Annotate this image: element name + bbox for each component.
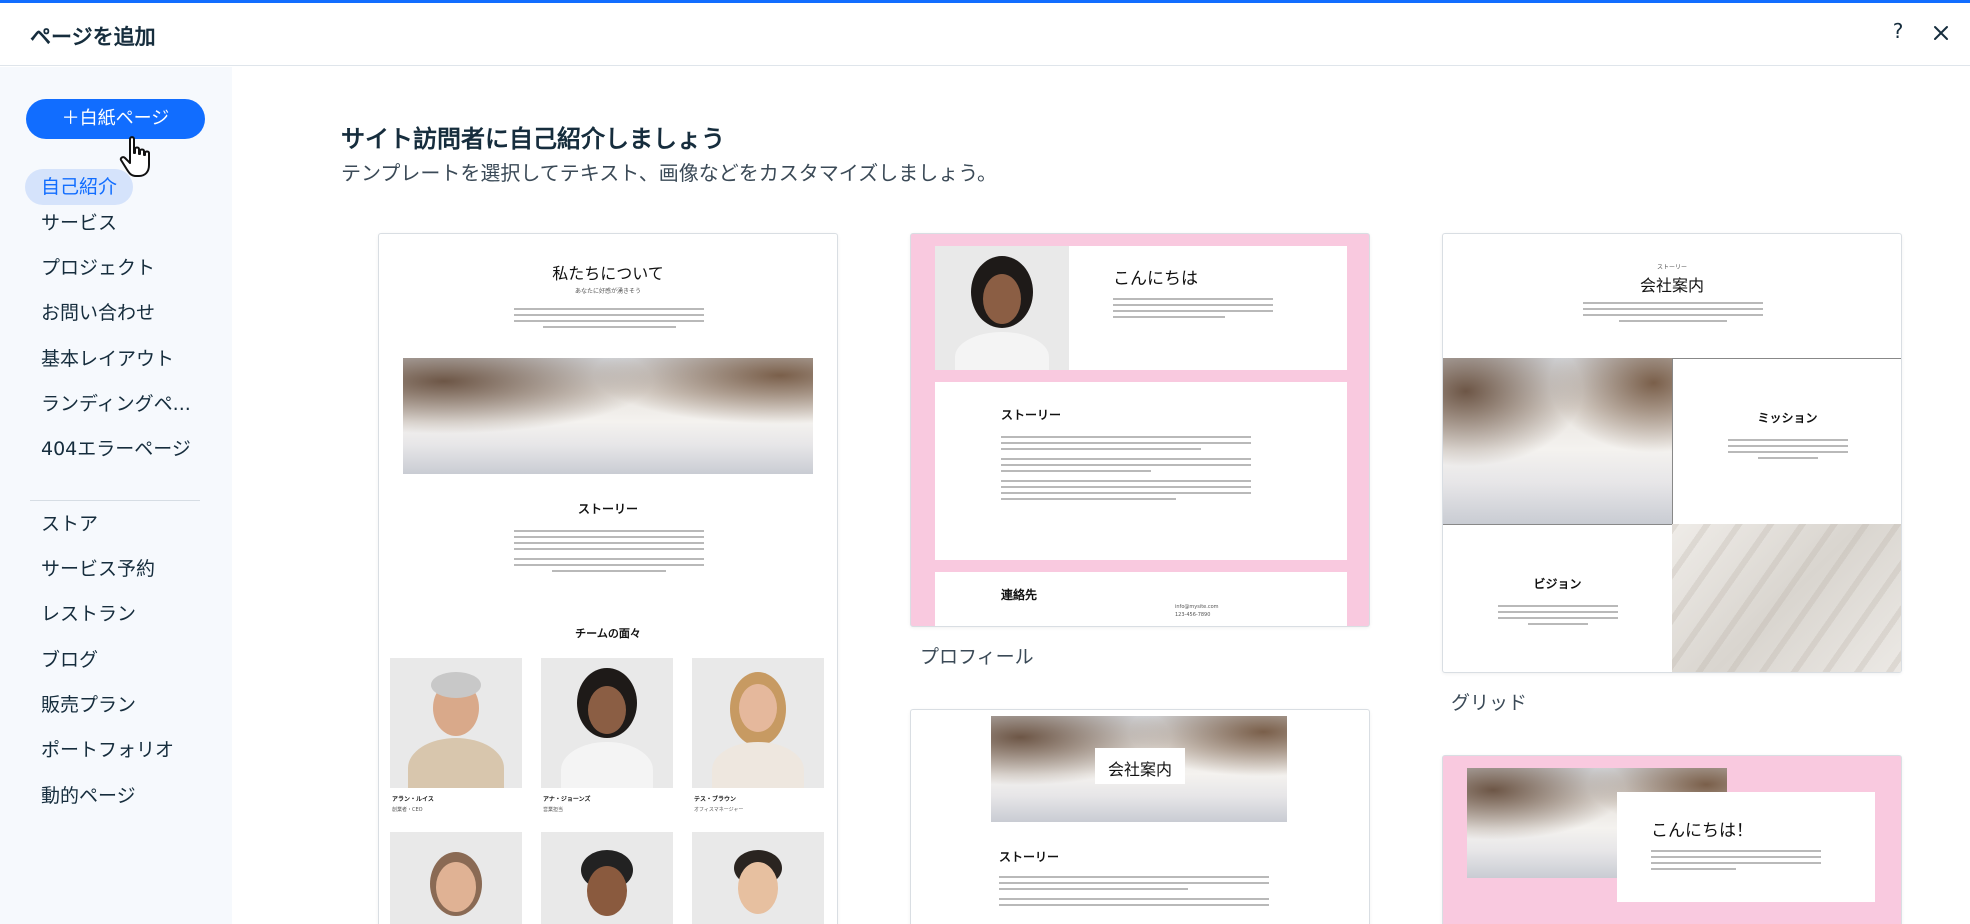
template-about-story: ストーリー bbox=[577, 502, 638, 516]
sidebar-item-about[interactable]: 自己紹介 bbox=[25, 169, 134, 205]
dialog-header: ページを追加 ? bbox=[0, 3, 1970, 66]
grid-small-heading: ストーリー bbox=[1656, 264, 1687, 271]
sidebar-item-pricing-plans[interactable]: 販売プラン bbox=[41, 687, 136, 723]
beach-photo bbox=[403, 358, 813, 474]
profile-phone: 123-456-7890 bbox=[1175, 612, 1211, 618]
grid-mission: ミッション bbox=[1757, 411, 1818, 425]
story-panel: ストーリー bbox=[935, 382, 1347, 560]
template-card-about[interactable]: 私たちについて あなたに好感が湧きそう ストーリー チームの面々 アラン・ルイス… bbox=[378, 233, 838, 924]
page-subtitle: テンプレートを選択してテキスト、画像などをカスタマイズしましょう。 bbox=[341, 161, 997, 185]
template-label-profile: プロフィール bbox=[920, 646, 1034, 668]
greeting-panel: こんにちは bbox=[1069, 246, 1347, 370]
placeholder-text bbox=[1728, 439, 1848, 463]
member-name: アラン・ルイス bbox=[392, 796, 434, 803]
dialog-title: ページを追加 bbox=[30, 25, 156, 49]
template-card-company[interactable]: 会社案内 ストーリー bbox=[910, 709, 1370, 924]
placeholder-text bbox=[1001, 436, 1251, 504]
add-blank-page-button[interactable]: ＋白紙ページ bbox=[26, 99, 205, 139]
template-about-tagline: あなたに好感が湧きそう bbox=[574, 288, 641, 295]
sidebar-item-404-page[interactable]: 404エラーページ bbox=[41, 431, 191, 467]
company-banner-box: 会社案内 bbox=[1095, 748, 1185, 784]
member-role: 営業担当 bbox=[543, 807, 564, 813]
sidebar-item-landing-page[interactable]: ランディングペ... bbox=[41, 386, 191, 422]
team-photo-woman-1 bbox=[541, 658, 673, 788]
category-sidebar: ＋白紙ページ 自己紹介 サービス プロジェクト お問い合わせ 基本レイアウト ラ… bbox=[0, 67, 232, 924]
company-banner-text: 会社案内 bbox=[1107, 760, 1172, 779]
member-name: アナ・ジョーンズ bbox=[543, 796, 591, 803]
member-role: オフィスマネージャー bbox=[694, 807, 744, 813]
grid-heading: 会社案内 bbox=[1639, 276, 1704, 295]
profile-greeting: こんにちは bbox=[1113, 269, 1198, 289]
template-card-hello[interactable]: こんにちは！ bbox=[1442, 755, 1902, 924]
placeholder-text bbox=[1113, 298, 1273, 322]
company-story: ストーリー bbox=[999, 850, 1060, 864]
team-photo-man bbox=[390, 658, 522, 788]
profile-photo bbox=[935, 246, 1069, 370]
template-about-heading: 私たちについて bbox=[552, 264, 664, 283]
template-gallery: サイト訪問者に自己紹介しましょう テンプレートを選択してテキスト、画像などをカス… bbox=[232, 67, 1970, 924]
sidebar-item-bookings[interactable]: サービス予約 bbox=[41, 551, 155, 587]
template-card-profile[interactable]: こんにちは ストーリー 連絡先 info@mysite.com 123-456-… bbox=[910, 233, 1370, 627]
sidebar-item-restaurant[interactable]: レストラン bbox=[41, 596, 136, 632]
hello-panel: こんにちは！ bbox=[1617, 792, 1875, 902]
grid-mission-cell: ミッション bbox=[1672, 358, 1901, 524]
template-label-grid: グリッド bbox=[1451, 692, 1528, 714]
sidebar-divider bbox=[30, 500, 200, 501]
profile-story: ストーリー bbox=[1001, 408, 1062, 422]
grid-marble-photo bbox=[1672, 524, 1901, 672]
placeholder-text bbox=[1651, 850, 1821, 874]
sidebar-item-portfolio[interactable]: ポートフォリオ bbox=[41, 732, 174, 768]
placeholder-text bbox=[999, 876, 1269, 910]
team-photo-man-2 bbox=[541, 832, 673, 924]
profile-email: info@mysite.com bbox=[1175, 604, 1219, 610]
grid-vision-cell: ビジョン bbox=[1443, 524, 1672, 672]
sidebar-item-projects[interactable]: プロジェクト bbox=[41, 250, 155, 286]
page-title: サイト訪問者に自己紹介しましょう bbox=[341, 125, 725, 153]
placeholder-text bbox=[1498, 605, 1618, 629]
help-icon[interactable]: ? bbox=[1886, 19, 1910, 43]
member-name: テス・ブラウン bbox=[694, 796, 737, 803]
template-card-grid[interactable]: ストーリー 会社案内 ミッション ビジョン bbox=[1442, 233, 1902, 673]
sidebar-item-store[interactable]: ストア bbox=[41, 506, 98, 542]
profile-contact: 連絡先 bbox=[1001, 588, 1038, 602]
team-photo-man-3 bbox=[692, 832, 824, 924]
template-about-team: チームの面々 bbox=[575, 627, 641, 640]
sidebar-item-contact[interactable]: お問い合わせ bbox=[41, 295, 155, 331]
hello-greeting: こんにちは！ bbox=[1651, 821, 1753, 841]
placeholder-text bbox=[514, 530, 704, 576]
sidebar-item-dynamic-pages[interactable]: 動的ページ bbox=[41, 778, 136, 814]
sidebar-item-basic-layout[interactable]: 基本レイアウト bbox=[41, 341, 174, 377]
grid-beach-photo bbox=[1443, 358, 1672, 524]
grid-vision: ビジョン bbox=[1533, 577, 1582, 591]
sidebar-item-blog[interactable]: ブログ bbox=[41, 642, 98, 678]
placeholder-text bbox=[1583, 302, 1763, 326]
sidebar-item-services[interactable]: サービス bbox=[41, 205, 117, 241]
team-photo-woman-3 bbox=[390, 832, 522, 924]
member-role: 創業者・CEO bbox=[392, 807, 423, 813]
close-icon[interactable] bbox=[1929, 21, 1953, 45]
contact-panel: 連絡先 info@mysite.com 123-456-7890 bbox=[935, 572, 1347, 626]
placeholder-text bbox=[514, 308, 704, 332]
team-photo-woman-2 bbox=[692, 658, 824, 788]
